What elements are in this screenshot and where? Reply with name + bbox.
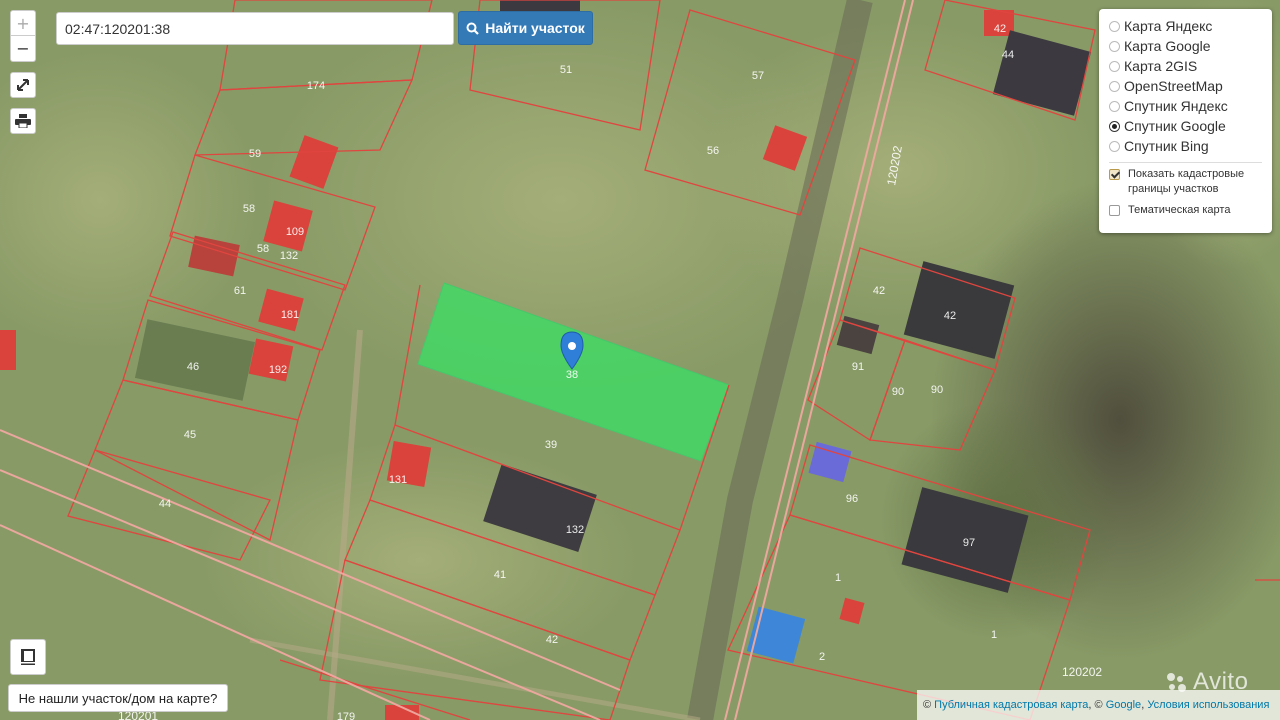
- parcel-label: 42: [994, 23, 1006, 35]
- map-layers-panel: Карта Яндекс Карта Google Карта 2GIS Ope…: [1099, 9, 1272, 233]
- layer-option-yandex-satellite[interactable]: Спутник Яндекс: [1109, 96, 1262, 116]
- layer-label: Спутник Google: [1124, 118, 1226, 134]
- parcel-label: 90: [892, 386, 904, 398]
- parcel-label: 58: [243, 203, 255, 215]
- thematic-map-option[interactable]: Тематическая карта: [1109, 203, 1262, 218]
- layer-label: Спутник Яндекс: [1124, 98, 1228, 114]
- printer-icon: [15, 114, 31, 128]
- option-label: Показать кадастровые границы участков: [1128, 168, 1245, 195]
- parcel-label: 56: [707, 145, 719, 157]
- layer-label: Карта Google: [1124, 38, 1211, 54]
- radio-icon[interactable]: [1109, 80, 1120, 92]
- parcel-label: 1: [835, 572, 841, 584]
- radio-icon[interactable]: [1109, 20, 1120, 32]
- parcel-label: 97: [963, 537, 975, 549]
- parcel-label: 41: [494, 569, 506, 581]
- radio-icon[interactable]: [1109, 100, 1120, 112]
- parcel-label: 44: [159, 498, 171, 510]
- parcel-label: 174: [307, 80, 325, 92]
- layer-label: Карта 2GIS: [1124, 58, 1198, 74]
- parcel-label: 38: [566, 369, 578, 381]
- print-button[interactable]: [10, 108, 36, 134]
- parcel-label: 91: [852, 361, 864, 373]
- parcel-label: 90: [931, 384, 943, 396]
- parcel-label: 179: [337, 711, 355, 720]
- checkbox-checked-icon[interactable]: [1109, 169, 1120, 180]
- terms-of-use-link[interactable]: Условия использования: [1147, 699, 1269, 711]
- attribution-separator: ,: [1141, 699, 1145, 711]
- layer-option-openstreetmap[interactable]: OpenStreetMap: [1109, 76, 1262, 96]
- find-parcel-label: Найти участок: [485, 20, 585, 36]
- layer-label: Карта Яндекс: [1124, 18, 1213, 34]
- radio-icon[interactable]: [1109, 60, 1120, 72]
- zoom-in-button[interactable]: +: [10, 10, 36, 36]
- radio-checked-icon[interactable]: [1109, 120, 1120, 132]
- parcel-label: 109: [286, 226, 304, 238]
- parcel-label: 51: [560, 64, 572, 76]
- parcel-label: 57: [752, 70, 764, 82]
- legend-button[interactable]: [10, 639, 46, 675]
- expand-icon: [17, 79, 29, 91]
- parcel-label: 39: [545, 439, 557, 451]
- avito-logo-icon: [1167, 673, 1186, 692]
- parcel-label: 42: [546, 634, 558, 646]
- satellite-map[interactable]: 174 51 57 59 56 58 109 58 132 61 181 46 …: [0, 0, 1280, 720]
- layer-option-google-map[interactable]: Карта Google: [1109, 36, 1262, 56]
- layer-option-yandex-map[interactable]: Карта Яндекс: [1109, 16, 1262, 36]
- layer-label: Спутник Bing: [1124, 138, 1209, 154]
- avito-watermark: Avito: [1165, 668, 1248, 696]
- watermark-text: Avito: [1193, 668, 1249, 695]
- not-found-on-map-button[interactable]: Не нашли участок/дом на карте?: [8, 684, 228, 712]
- parcel-label: 42: [873, 285, 885, 297]
- parcel-label: 131: [389, 474, 407, 486]
- parcel-label: 42: [944, 310, 956, 322]
- layer-option-google-satellite[interactable]: Спутник Google: [1109, 116, 1262, 136]
- parcel-label: 58: [257, 243, 269, 255]
- zoom-out-button[interactable]: −: [10, 36, 36, 62]
- option-label: Тематическая карта: [1128, 204, 1231, 216]
- show-cadastral-boundaries-option[interactable]: Показать кадастровые границы участков: [1109, 167, 1262, 197]
- layer-option-2gis-map[interactable]: Карта 2GIS: [1109, 56, 1262, 76]
- parcel-label: 59: [249, 148, 261, 160]
- fullscreen-button[interactable]: [10, 72, 36, 98]
- parcel-label: 2: [819, 651, 825, 663]
- search-icon: [466, 22, 479, 35]
- radio-icon[interactable]: [1109, 40, 1120, 52]
- book-icon: [21, 649, 35, 665]
- parcel-label: 96: [846, 493, 858, 505]
- layer-label: OpenStreetMap: [1124, 78, 1223, 94]
- checkbox-icon[interactable]: [1109, 205, 1120, 216]
- radio-icon[interactable]: [1109, 140, 1120, 152]
- parcel-label: 181: [281, 309, 299, 321]
- parcel-label: 45: [184, 429, 196, 441]
- find-parcel-button[interactable]: Найти участок: [458, 11, 593, 45]
- parcel-label: 46: [187, 361, 199, 373]
- cadastral-number-input[interactable]: [56, 12, 454, 45]
- attribution-prefix: ©: [923, 699, 932, 711]
- quarter-label: 120202: [1062, 665, 1102, 679]
- cadastral-map-link[interactable]: Публичная кадастровая карта: [934, 699, 1088, 711]
- parcel-label: 44: [1002, 49, 1014, 61]
- google-link[interactable]: Google: [1106, 699, 1141, 711]
- parcel-label: 132: [566, 524, 584, 536]
- parcel-label: 192: [269, 364, 287, 376]
- panel-divider: [1109, 162, 1262, 163]
- parcel-label: 61: [234, 285, 246, 297]
- parcel-label: 132: [280, 250, 298, 262]
- layer-option-bing-satellite[interactable]: Спутник Bing: [1109, 136, 1262, 156]
- parcel-label: 1: [991, 629, 997, 641]
- attribution-separator: , ©: [1088, 699, 1103, 711]
